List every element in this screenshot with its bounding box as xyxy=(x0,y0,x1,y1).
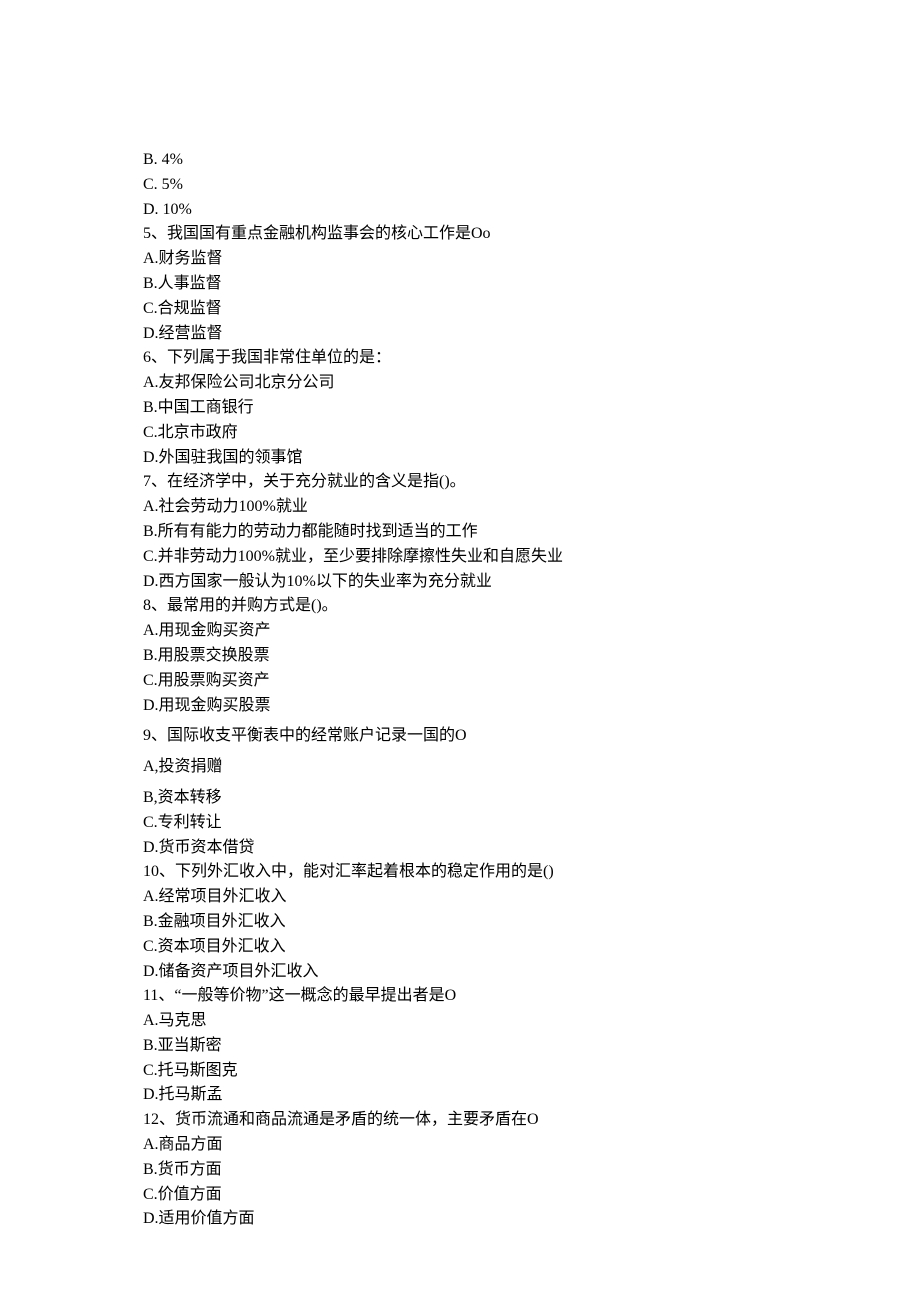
text-line: A.财务监督 xyxy=(143,247,920,272)
text-line: 11、“一般等价物”这一概念的最早提出者是O xyxy=(143,984,920,1009)
text-line: 12、货币流通和商品流通是矛盾的统一体，主要矛盾在O xyxy=(143,1108,920,1133)
text-line: B. 4% xyxy=(143,148,920,173)
text-line: B.中国工商银行 xyxy=(143,396,920,421)
text-line: 8、最常用的并购方式是()。 xyxy=(143,594,920,619)
document-body: B. 4%C. 5%D. 10%5、我国国有重点金融机构监事会的核心工作是OoA… xyxy=(143,148,920,1232)
text-line: B.用股票交换股票 xyxy=(143,644,920,669)
text-line: A,投资捐赠 xyxy=(143,755,920,780)
text-line: B.金融项目外汇收入 xyxy=(143,910,920,935)
text-line: C.并非劳动力100%就业，至少要排除摩擦性失业和自愿失业 xyxy=(143,545,920,570)
text-line: 5、我国国有重点金融机构监事会的核心工作是Oo xyxy=(143,222,920,247)
text-line: C.专利转让 xyxy=(143,811,920,836)
text-line: B.货币方面 xyxy=(143,1158,920,1183)
text-line: B,资本转移 xyxy=(143,786,920,811)
text-line: D.储备资产项目外汇收入 xyxy=(143,960,920,985)
text-line: B.人事监督 xyxy=(143,272,920,297)
text-line: C.资本项目外汇收入 xyxy=(143,935,920,960)
text-line: D.托马斯孟 xyxy=(143,1083,920,1108)
text-line: D.货币资本借贷 xyxy=(143,836,920,861)
text-line: B.所有有能力的劳动力都能随时找到适当的工作 xyxy=(143,520,920,545)
text-line: 7、在经济学中，关于充分就业的含义是指()。 xyxy=(143,470,920,495)
text-line: A.社会劳动力100%就业 xyxy=(143,495,920,520)
text-line: B.亚当斯密 xyxy=(143,1034,920,1059)
text-line: 9、国际收支平衡表中的经常账户记录一国的O xyxy=(143,724,920,749)
text-line: A.友邦保险公司北京分公司 xyxy=(143,371,920,396)
text-line: C.用股票购买资产 xyxy=(143,669,920,694)
text-line: C.托马斯图克 xyxy=(143,1059,920,1084)
text-line: D.用现金购买股票 xyxy=(143,694,920,719)
text-line: A.经常项目外汇收入 xyxy=(143,885,920,910)
text-line: A.商品方面 xyxy=(143,1133,920,1158)
text-line: D.适用价值方面 xyxy=(143,1207,920,1232)
text-line: 6、下列属于我国非常住单位的是： xyxy=(143,346,920,371)
text-line: D. 10% xyxy=(143,198,920,223)
text-line: A.马克思 xyxy=(143,1009,920,1034)
text-line: C.价值方面 xyxy=(143,1183,920,1208)
text-line: D.经营监督 xyxy=(143,322,920,347)
text-line: D.西方国家一般认为10%以下的失业率为充分就业 xyxy=(143,570,920,595)
text-line: C.合规监督 xyxy=(143,297,920,322)
text-line: D.外国驻我国的领事馆 xyxy=(143,446,920,471)
text-line: 10、下列外汇收入中，能对汇率起着根本的稳定作用的是() xyxy=(143,860,920,885)
text-line: C.北京市政府 xyxy=(143,421,920,446)
text-line: C. 5% xyxy=(143,173,920,198)
text-line: A.用现金购买资产 xyxy=(143,619,920,644)
